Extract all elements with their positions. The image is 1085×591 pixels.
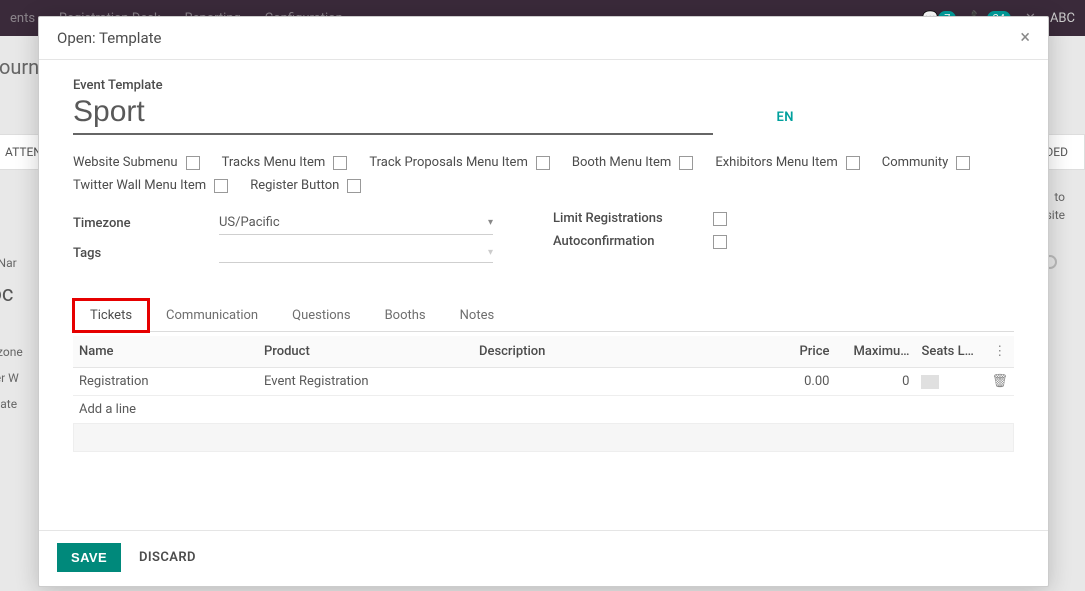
- close-icon[interactable]: ×: [1020, 29, 1030, 47]
- chevron-down-icon: ▾: [488, 247, 493, 258]
- row-description[interactable]: [473, 368, 765, 396]
- row-delete[interactable]: 🗑: [985, 368, 1014, 396]
- check-tracks-menu[interactable]: Tracks Menu Item: [222, 155, 348, 170]
- check-booth-menu[interactable]: Booth Menu Item: [572, 155, 693, 170]
- modal-header: Open: Template ×: [39, 17, 1048, 60]
- tab-tickets[interactable]: Tickets: [73, 299, 149, 332]
- table-footer-spacer: [73, 424, 1014, 452]
- checkbox-icon[interactable]: [214, 179, 228, 193]
- checkbox-icon[interactable]: [956, 156, 970, 170]
- checkbox-icon[interactable]: [846, 156, 860, 170]
- col-price[interactable]: Price: [765, 336, 835, 368]
- trash-icon[interactable]: 🗑: [991, 374, 1008, 389]
- check-track-proposals[interactable]: Track Proposals Menu Item: [369, 155, 550, 170]
- checkbox-icon[interactable]: [679, 156, 693, 170]
- autoconfirmation-label: Autoconfirmation: [553, 234, 713, 249]
- check-community[interactable]: Community: [882, 155, 971, 170]
- checkbox-icon[interactable]: [347, 179, 361, 193]
- checkbox-icon[interactable]: [333, 156, 347, 170]
- tickets-table: Name Product Description Price Maximu… S…: [73, 336, 1014, 424]
- language-button[interactable]: EN: [776, 110, 794, 125]
- row-maximum[interactable]: 0: [835, 368, 915, 396]
- user-menu[interactable]: ABC: [1050, 11, 1075, 26]
- checkbox-icon[interactable]: [536, 156, 550, 170]
- row-product[interactable]: Event Registration: [258, 368, 473, 396]
- template-modal: Open: Template × Event Template EN Websi…: [38, 16, 1049, 587]
- col-maximum[interactable]: Maximu…: [835, 336, 915, 368]
- modal-footer: SAVE DISCARD: [39, 530, 1048, 586]
- check-twitter-wall[interactable]: Twitter Wall Menu Item: [73, 178, 228, 193]
- chevron-down-icon: ▾: [488, 217, 493, 228]
- limit-registrations-label: Limit Registrations: [553, 211, 713, 226]
- tab-questions[interactable]: Questions: [275, 299, 367, 331]
- breadcrumb: Tourn: [0, 55, 39, 79]
- tab-booths[interactable]: Booths: [368, 299, 443, 331]
- save-button[interactable]: SAVE: [57, 543, 121, 572]
- col-product[interactable]: Product: [258, 336, 473, 368]
- col-description[interactable]: Description: [473, 336, 765, 368]
- timezone-select[interactable]: US/Pacific ▾: [219, 211, 493, 235]
- tags-label: Tags: [73, 246, 219, 261]
- add-line-button[interactable]: Add a line: [73, 396, 1014, 424]
- section-label: Event Template: [73, 78, 1014, 93]
- nav-item[interactable]: ents: [10, 11, 35, 26]
- timezone-label: Timezone: [73, 216, 219, 231]
- col-seats[interactable]: Seats L…: [915, 336, 985, 368]
- discard-button[interactable]: DISCARD: [139, 550, 196, 565]
- autoconfirmation-checkbox[interactable]: [713, 235, 727, 249]
- row-name[interactable]: Registration: [73, 368, 258, 396]
- check-website-submenu[interactable]: Website Submenu: [73, 155, 200, 170]
- check-register-button[interactable]: Register Button: [250, 178, 361, 193]
- modal-body: Event Template EN Website Submenu Tracks…: [39, 60, 1048, 530]
- table-row[interactable]: Registration Event Registration 0.00 0 🗑: [73, 368, 1014, 396]
- row-seats[interactable]: [915, 368, 985, 396]
- col-options[interactable]: ⋮: [985, 336, 1014, 368]
- row-price[interactable]: 0.00: [765, 368, 835, 396]
- checkbox-icon[interactable]: [186, 156, 200, 170]
- template-name-input[interactable]: [73, 93, 713, 135]
- check-exhibitors-menu[interactable]: Exhibitors Menu Item: [715, 155, 859, 170]
- modal-title: Open: Template: [57, 29, 161, 47]
- col-name[interactable]: Name: [73, 336, 258, 368]
- tab-communication[interactable]: Communication: [149, 299, 275, 331]
- menu-checkboxes: Website Submenu Tracks Menu Item Track P…: [73, 155, 1014, 193]
- limit-registrations-checkbox[interactable]: [713, 212, 727, 226]
- tabs: Tickets Communication Questions Booths N…: [73, 299, 1014, 332]
- timezone-value: US/Pacific: [219, 215, 280, 230]
- tags-select[interactable]: ▾: [219, 243, 493, 263]
- tab-notes[interactable]: Notes: [443, 299, 512, 331]
